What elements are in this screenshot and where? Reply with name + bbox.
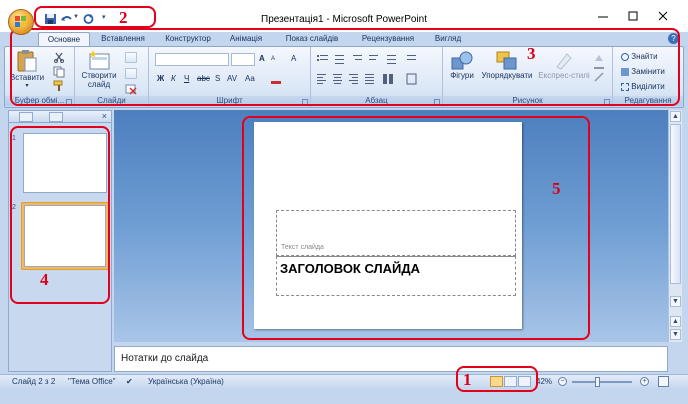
zoom-slider-track[interactable] — [572, 381, 632, 383]
notes-pane[interactable]: Нотатки до слайда — [114, 346, 668, 372]
office-button[interactable] — [8, 9, 34, 35]
vertical-scrollbar[interactable]: ▲ ▼ ▲ ▼ — [668, 110, 682, 342]
language-indicator[interactable]: Українська (Україна) — [148, 377, 224, 386]
maximize-icon — [628, 11, 638, 21]
annotation-number-1: 1 — [463, 370, 472, 389]
spell-check-icon[interactable]: ✔ — [126, 377, 133, 386]
scroll-down-icon[interactable]: ▼ — [670, 296, 681, 307]
notes-placeholder: Нотатки до слайда — [121, 353, 209, 364]
zoom-out-icon[interactable]: − — [558, 377, 567, 386]
office-logo-icon — [15, 16, 26, 27]
zoom-slider-thumb[interactable] — [595, 377, 600, 387]
annotation-number-3: 3 — [527, 44, 536, 63]
maximize-button[interactable] — [626, 9, 640, 23]
pane-close-icon[interactable]: × — [102, 111, 107, 121]
annotation-number-4: 4 — [40, 270, 49, 289]
zoom-level[interactable]: 42% — [536, 377, 552, 386]
scroll-thumb[interactable] — [670, 124, 681, 284]
annotation-box-slides-pane — [10, 126, 110, 304]
scroll-up-icon[interactable]: ▲ — [670, 111, 681, 122]
annotation-box-ribbon — [10, 28, 680, 106]
next-slide-icon[interactable]: ▼ — [670, 329, 681, 340]
zoom-in-icon[interactable]: + — [640, 377, 649, 386]
powerpoint-window: ▼ ▾ Презентація1 - Microsoft PowerPoint … — [0, 0, 688, 404]
slide-counter: Слайд 2 з 2 — [12, 377, 56, 386]
outline-tab[interactable] — [49, 112, 63, 122]
minimize-icon — [598, 16, 608, 18]
annotation-box-quick-access — [34, 6, 156, 28]
previous-slide-icon[interactable]: ▲ — [670, 316, 681, 327]
minimize-button[interactable] — [596, 9, 610, 23]
theme-name: "Тема Office" — [68, 377, 116, 386]
slides-pane-header: × — [9, 111, 111, 123]
slides-tab[interactable] — [19, 112, 33, 122]
status-bar: Слайд 2 з 2 "Тема Office" ✔ Українська (… — [0, 374, 688, 388]
close-icon — [658, 11, 668, 21]
annotation-number-2: 2 — [119, 8, 128, 27]
annotation-box-slide — [242, 116, 590, 340]
close-button[interactable] — [656, 9, 670, 23]
fit-to-window-icon[interactable] — [658, 376, 669, 387]
annotation-number-5: 5 — [552, 179, 561, 198]
